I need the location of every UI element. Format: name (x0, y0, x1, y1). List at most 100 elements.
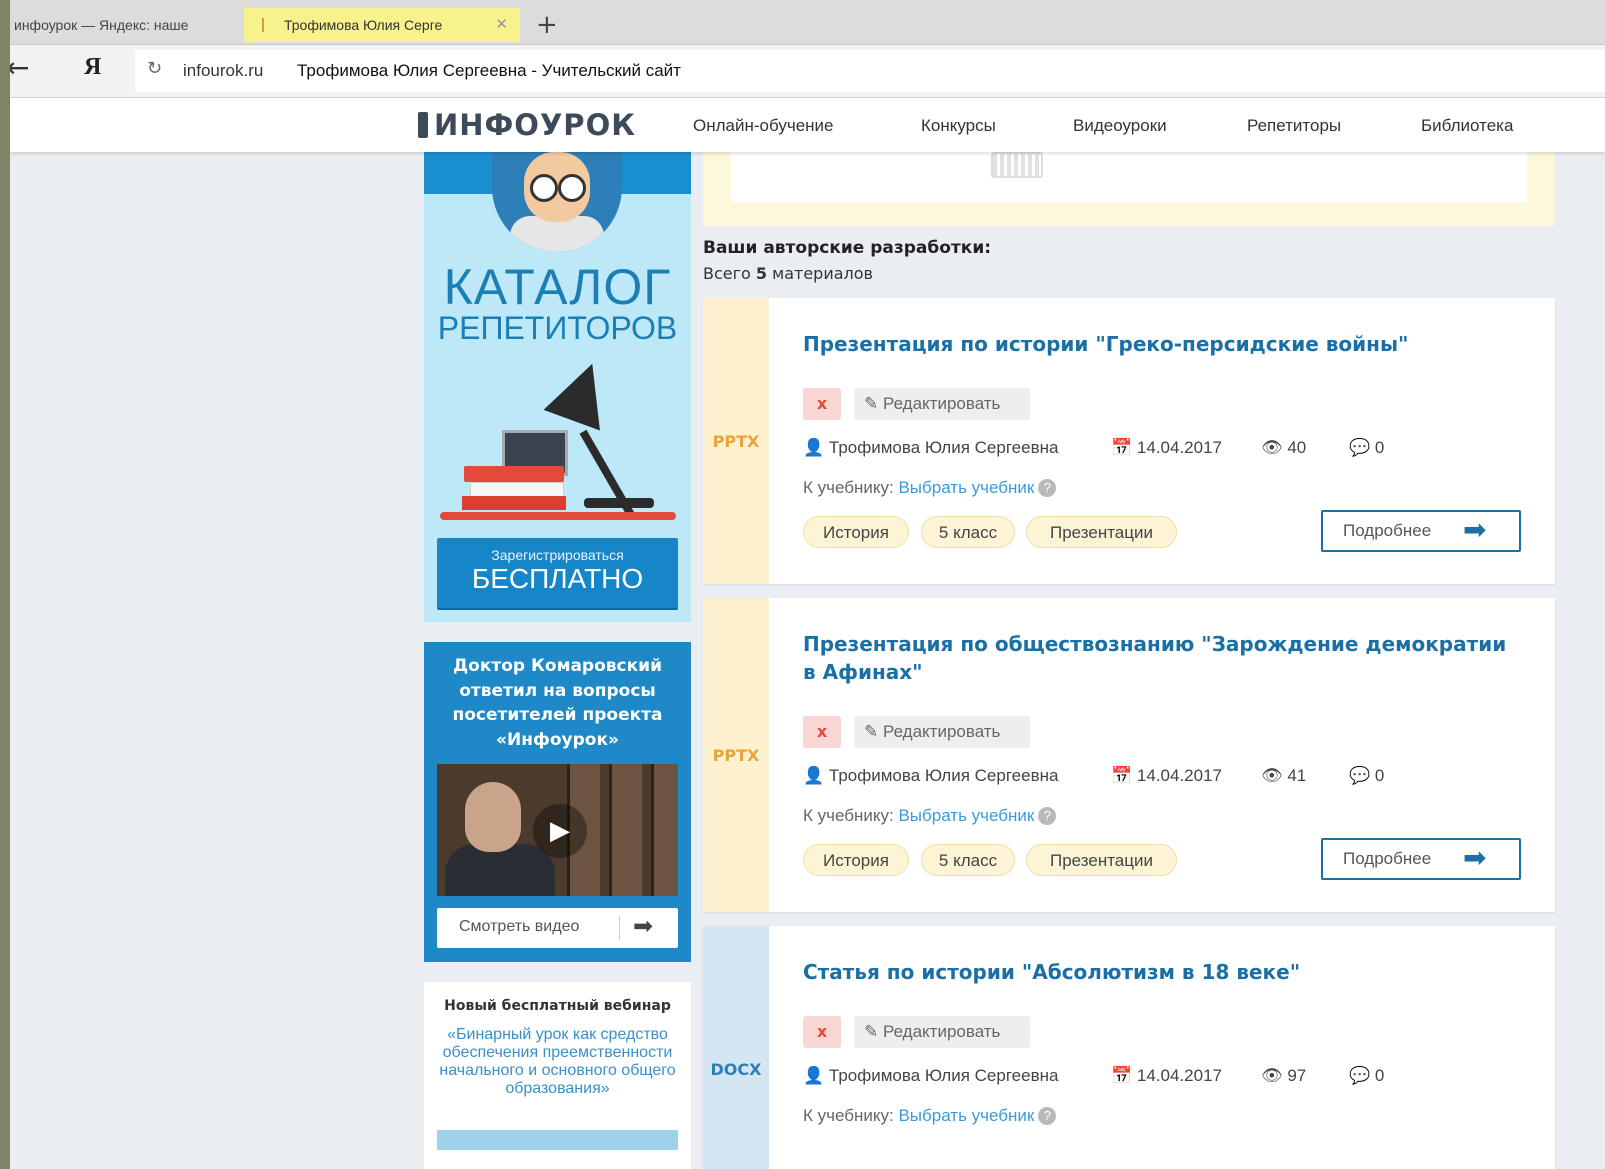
tab-label: Трофимова Юлия Серге (284, 17, 443, 33)
help-icon[interactable]: ? (1038, 1107, 1057, 1125)
choose-textbook-link[interactable]: Выбрать учебник (898, 1106, 1034, 1125)
catalog-title: КАТАЛОГ (443, 259, 672, 315)
url-input[interactable]: ↻ infourok.ru Трофимова Юлия Сергеевна -… (135, 50, 1605, 92)
browser-tab-search[interactable]: инфоурок — Яндекс: наше (10, 8, 246, 42)
keyboard-icon (991, 152, 1043, 178)
register-free-label: БЕСПЛАТНО (471, 563, 644, 594)
catalog-subtitle: РЕПЕТИТОРОВ (437, 310, 678, 346)
material-title-link[interactable]: Презентация по обществознанию "Зарождени… (803, 630, 1523, 686)
material-title-link[interactable]: Презентация по истории "Греко-персидские… (803, 330, 1523, 358)
desk-lamp-icon (543, 353, 621, 431)
url-domain: infourok.ru (183, 61, 264, 80)
comments: 💬 0 (1349, 1066, 1385, 1085)
watch-video-button[interactable]: Смотреть видео ➡ (437, 908, 678, 948)
user-icon: 👤 (803, 766, 825, 785)
material-title-link[interactable]: Статья по истории "Абсолютизм в 18 веке" (803, 958, 1523, 986)
user-icon: 👤 (803, 1066, 825, 1085)
delete-button[interactable]: x (803, 1016, 841, 1048)
pencil-icon: ✎ (864, 394, 879, 413)
author[interactable]: 👤 Трофимова Юлия Сергеевна (803, 766, 1058, 786)
comment-icon: 💬 (1349, 766, 1371, 785)
choose-textbook-link[interactable]: Выбрать учебник (898, 806, 1034, 825)
tag-grade[interactable]: 5 класс (921, 844, 1015, 876)
help-icon[interactable]: ? (1038, 807, 1057, 825)
tag-subject[interactable]: История (803, 844, 909, 876)
logo-text: ИНФОУРОК (434, 108, 636, 142)
arrow-right-icon: ➡ (1463, 841, 1487, 874)
details-button[interactable]: Подробнее ➡ (1321, 838, 1521, 880)
site-header: ИНФОУРОК Онлайн-обучение Конкурсы Видеоу… (10, 98, 1605, 152)
webinar-banner[interactable]: Новый бесплатный вебинар «Бинарный урок … (424, 982, 691, 1169)
nav-library[interactable]: Библиотека (1421, 116, 1513, 136)
video-promo-banner: Доктор Комаровский ответил на вопросы по… (424, 642, 691, 962)
views: 👁 40 (1261, 438, 1307, 457)
webinar-image (437, 1130, 678, 1150)
textbook-line: К учебнику: Выбрать учебник? (803, 806, 1057, 826)
file-type-strip: DOCX (703, 926, 769, 1169)
url-page-title: Трофимова Юлия Сергеевна - Учительский с… (297, 61, 681, 80)
comment-icon: 💬 (1349, 438, 1371, 457)
date: 📅 14.04.2017 (1111, 1066, 1222, 1085)
nav-tutors[interactable]: Репетиторы (1247, 116, 1341, 136)
close-icon[interactable]: ✕ (495, 8, 508, 42)
nav-video-lessons[interactable]: Видеоуроки (1073, 116, 1167, 136)
arrow-right-icon: ➡ (1463, 513, 1487, 546)
nav-online-learning[interactable]: Онлайн-обучение (693, 116, 834, 136)
register-free-button[interactable]: Зарегистрироваться БЕСПЛАТНО (437, 538, 678, 608)
views: 👁 41 (1261, 766, 1307, 785)
register-label: Зарегистрироваться (491, 547, 624, 563)
author[interactable]: 👤 Трофимова Юлия Сергеевна (803, 438, 1058, 458)
play-icon[interactable]: ▶ (533, 804, 587, 858)
eye-icon: 👁 (1261, 438, 1283, 457)
details-button[interactable]: Подробнее ➡ (1321, 510, 1521, 552)
material-card: PPTX Презентация по обществознанию "Заро… (703, 598, 1555, 912)
tag-grade[interactable]: 5 класс (921, 516, 1015, 548)
edit-button[interactable]: ✎ Редактировать (854, 388, 1030, 420)
file-type-strip: PPTX (703, 598, 769, 912)
delete-button[interactable]: x (803, 716, 841, 748)
pencil-icon: ✎ (864, 1022, 879, 1041)
tag-type[interactable]: Презентации (1026, 516, 1177, 548)
file-type-badge: PPTX (712, 746, 760, 765)
browser-tab-bar: инфоурок — Яндекс: наше Трофимова Юлия С… (10, 0, 1605, 45)
back-arrow-icon[interactable]: ← (10, 51, 29, 84)
eye-icon: 👁 (1261, 1066, 1283, 1085)
comments: 💬 0 (1349, 438, 1385, 457)
teacher-avatar-icon (492, 142, 622, 252)
choose-textbook-link[interactable]: Выбрать учебник (898, 478, 1034, 497)
logo-mark-icon (418, 112, 428, 138)
calendar-icon: 📅 (1111, 1066, 1133, 1085)
webinar-text: «Бинарный урок как средство обеспечения … (439, 1026, 676, 1097)
edit-button[interactable]: ✎ Редактировать (854, 1016, 1030, 1048)
comment-icon: 💬 (1349, 1066, 1371, 1085)
new-tab-button[interactable]: + (536, 8, 558, 42)
tag-subject[interactable]: История (803, 516, 909, 548)
reload-icon[interactable]: ↻ (147, 58, 162, 79)
tutor-catalog-banner[interactable]: КАТАЛОГ РЕПЕТИТОРОВ Зарегистрироваться Б… (424, 140, 691, 622)
tag-type[interactable]: Презентации (1026, 844, 1177, 876)
watch-video-label: Смотреть видео (459, 918, 580, 935)
site-logo[interactable]: ИНФОУРОК (418, 108, 636, 142)
notice-box (703, 140, 1555, 226)
file-type-badge: PPTX (712, 432, 760, 451)
textbook-line: К учебнику: Выбрать учебник? (803, 1106, 1057, 1126)
author[interactable]: 👤 Трофимова Юлия Сергеевна (803, 1066, 1058, 1086)
views: 👁 97 (1261, 1066, 1307, 1085)
nav-contests[interactable]: Конкурсы (921, 116, 996, 136)
eye-icon: 👁 (1261, 766, 1283, 785)
yandex-icon[interactable]: Я (84, 54, 101, 81)
address-bar: ← Я ↻ infourok.ru Трофимова Юлия Сергеев… (10, 45, 1605, 98)
works-heading: Ваши авторские разработки: (703, 238, 992, 258)
screen: инфоурок — Яндекс: наше Трофимова Юлия С… (10, 0, 1605, 1169)
user-icon: 👤 (803, 438, 825, 457)
browser-tab-active[interactable]: Трофимова Юлия Серге ✕ (244, 8, 520, 42)
date: 📅 14.04.2017 (1111, 438, 1222, 457)
works-count: Всего 5 материалов (703, 264, 873, 283)
material-card: DOCX Статья по истории "Абсолютизм в 18 … (703, 926, 1555, 1169)
calendar-icon: 📅 (1111, 766, 1133, 785)
video-thumbnail[interactable]: ▶ (437, 764, 678, 896)
edit-button[interactable]: ✎ Редактировать (854, 716, 1030, 748)
help-icon[interactable]: ? (1038, 479, 1057, 497)
file-type-badge: DOCX (710, 1060, 762, 1079)
delete-button[interactable]: x (803, 388, 841, 420)
